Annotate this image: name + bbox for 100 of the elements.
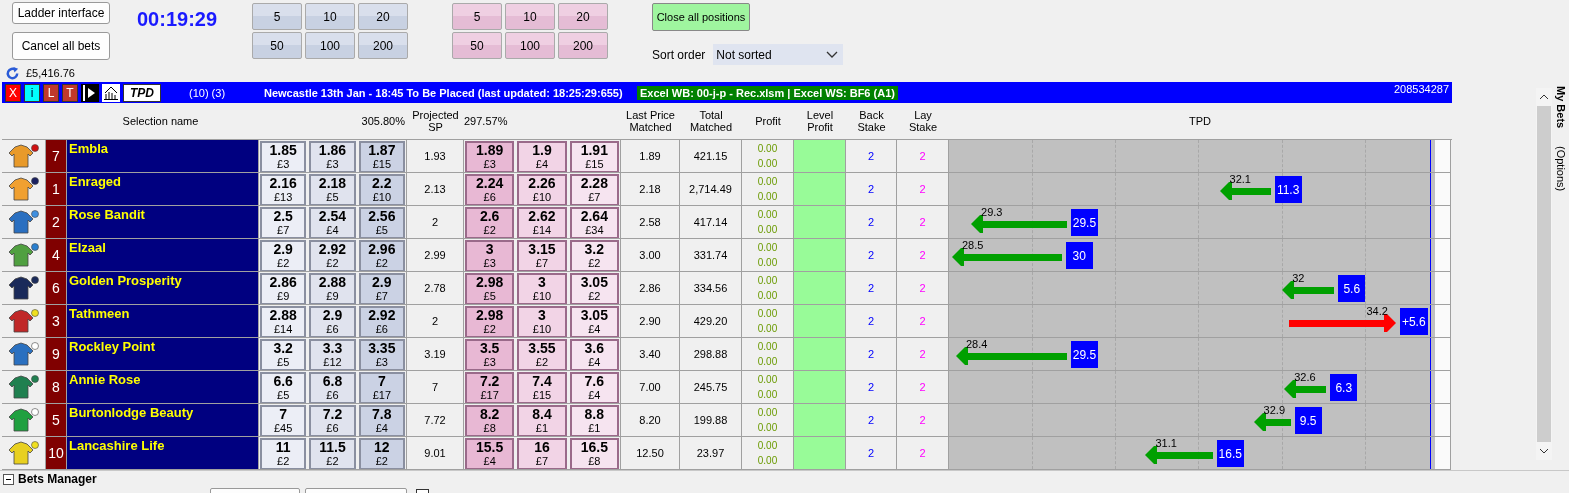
lay-stake-button[interactable]: 20 — [558, 3, 608, 30]
back-stake-button[interactable]: 200 — [358, 32, 408, 59]
lay-price-button[interactable]: 1.9 £4 — [517, 141, 567, 172]
back-price-button[interactable]: 1.85 £3 — [260, 141, 307, 172]
lay-price-button[interactable]: 3.2 £2 — [569, 240, 619, 271]
back-price-button[interactable]: 2.96 £2 — [358, 240, 405, 271]
runner-name: Elzaal — [67, 239, 259, 272]
back-price-button[interactable]: 3.35 £3 — [358, 339, 405, 370]
lay-price-button[interactable]: 3.05 £4 — [569, 306, 619, 337]
back-price-button[interactable]: 7 £17 — [358, 372, 405, 403]
lay-price-button[interactable]: 8.8 £1 — [569, 405, 619, 436]
lay-stake-button[interactable]: 5 — [452, 3, 502, 30]
back-price-button[interactable]: 2.56 £5 — [358, 207, 405, 238]
lay-price-button[interactable]: 2.24 £6 — [465, 174, 515, 205]
back-price-button[interactable]: 2.9 £2 — [260, 240, 307, 271]
toolbar-button[interactable]: T — [62, 83, 78, 102]
lay-price-button[interactable]: 3.55 £2 — [517, 339, 567, 370]
sort-order-dropdown[interactable]: Not sorted — [713, 44, 844, 65]
back-price-button[interactable]: 2.18 £5 — [309, 174, 356, 205]
lay-price-button[interactable]: 2.64 £34 — [569, 207, 619, 238]
lay-price-button[interactable]: 1.89 £3 — [465, 141, 515, 172]
back-price-button[interactable]: 2.92 £6 — [358, 306, 405, 337]
lay-price-button[interactable]: 7.4 £15 — [517, 372, 567, 403]
lay-price-button[interactable]: 2.98 £5 — [465, 273, 515, 304]
collapse-toggle-icon[interactable] — [3, 473, 14, 485]
back-price-button[interactable]: 2.2 £10 — [358, 174, 405, 205]
my-bets-tab[interactable]: My Bets — [1555, 86, 1567, 129]
chart-icon[interactable] — [102, 83, 120, 102]
back-price-button[interactable]: 11.5 £2 — [309, 438, 356, 469]
lay-price-button[interactable]: 7.2 £17 — [465, 372, 515, 403]
value-box: 29.5 — [1070, 341, 1099, 368]
toolbar-button[interactable]: X — [5, 83, 21, 102]
options-tab[interactable]: (Options) — [1555, 146, 1567, 192]
scroll-down-icon[interactable] — [1539, 448, 1549, 454]
back-price-button[interactable]: 1.87 £15 — [358, 141, 405, 172]
lay-price-button[interactable]: 2.28 £7 — [569, 174, 619, 205]
lay-stake-button[interactable]: 50 — [452, 32, 502, 59]
back-price-button[interactable]: 3.3 £12 — [309, 339, 356, 370]
lay-price-button[interactable]: 2.6 £2 — [465, 207, 515, 238]
back-price-button[interactable]: 7.8 £4 — [358, 405, 405, 436]
back-stake-button[interactable]: 100 — [305, 32, 355, 59]
lay-price-button[interactable]: 3 £10 — [517, 273, 567, 304]
back-price-button[interactable]: 3.2 £5 — [260, 339, 307, 370]
back-stake-button[interactable]: 20 — [358, 3, 408, 30]
back-price-button[interactable]: 7.2 £6 — [309, 405, 356, 436]
lay-price-button[interactable]: 15.5 £4 — [465, 438, 515, 469]
lay-price-button[interactable]: 2.62 £14 — [517, 207, 567, 238]
refresh-icon[interactable] — [5, 65, 20, 81]
back-price-button[interactable]: 2.9 £7 — [358, 273, 405, 304]
lay-price-button[interactable]: 16 £7 — [517, 438, 567, 469]
back-stake-button[interactable]: 5 — [252, 3, 302, 30]
toolbar-button[interactable]: i — [24, 83, 40, 102]
column-header: Total Matched — [688, 109, 734, 133]
tpd-button[interactable]: TPD — [123, 83, 161, 102]
lay-price-button[interactable]: 8.2 £8 — [465, 405, 515, 436]
arrow-value-label: 32 — [1292, 272, 1305, 284]
lay-stake-button[interactable]: 100 — [505, 32, 555, 59]
value-box: 16.5 — [1216, 440, 1244, 467]
back-price-button[interactable]: 2.5 £7 — [260, 207, 307, 238]
back-price-button[interactable]: 2.9 £6 — [309, 306, 356, 337]
back-stake-button[interactable]: 50 — [252, 32, 302, 59]
profit-value: 0.00 — [757, 157, 778, 171]
back-price-button[interactable]: 6.8 £6 — [309, 372, 356, 403]
back-price-button[interactable]: 11 £2 — [260, 438, 307, 469]
lay-stake-button[interactable]: 200 — [558, 32, 608, 59]
lay-price-button[interactable]: 16.5 £8 — [569, 438, 619, 469]
back-price-button[interactable]: 2.16 £13 — [260, 174, 307, 205]
lay-price-button[interactable]: 8.4 £1 — [517, 405, 567, 436]
back-price-button[interactable]: 1.86 £3 — [309, 141, 356, 172]
scroll-up-icon[interactable] — [1539, 94, 1549, 100]
lay-price-button[interactable]: 3.15 £7 — [517, 240, 567, 271]
back-stake-button[interactable]: 10 — [305, 3, 355, 30]
play-icon[interactable] — [81, 83, 99, 102]
lay-price-button[interactable]: 2.26 £10 — [517, 174, 567, 205]
lay-price-button[interactable]: 7.6 £4 — [569, 372, 619, 403]
toolbar-button[interactable]: L — [43, 83, 59, 102]
lay-price-button[interactable]: 3.05 £2 — [569, 273, 619, 304]
lay-price-button[interactable]: 1.91 £15 — [569, 141, 619, 172]
lay-price-button[interactable]: 3 £3 — [465, 240, 515, 271]
back-price-button[interactable]: 2.54 £4 — [309, 207, 356, 238]
back-price-button[interactable]: 6.6 £5 — [260, 372, 307, 403]
ladder-interface-button[interactable]: Ladder interface — [12, 2, 110, 24]
cancel-all-bets-button[interactable]: Cancel all bets — [12, 32, 110, 60]
back-price-button[interactable]: 2.92 £2 — [309, 240, 356, 271]
lay-price-button[interactable]: 3.6 £4 — [569, 339, 619, 370]
profit-value: 0.00 — [757, 454, 778, 468]
lay-price-button[interactable]: 2.98 £2 — [465, 306, 515, 337]
lay-price-button[interactable]: 3 £10 — [517, 306, 567, 337]
close-all-positions-button[interactable]: Close all positions — [652, 3, 750, 31]
column-header: Lay Stake — [907, 109, 939, 133]
back-price-button[interactable]: 12 £2 — [358, 438, 405, 469]
back-price-button[interactable]: 2.88 £9 — [309, 273, 356, 304]
lay-stake-button[interactable]: 10 — [505, 3, 555, 30]
lay-price-button[interactable]: 3.5 £3 — [465, 339, 515, 370]
chevron-down-icon[interactable] — [826, 50, 839, 59]
back-price-button[interactable]: 7 £45 — [260, 405, 307, 436]
back-price-button[interactable]: 2.88 £14 — [260, 306, 307, 337]
back-price-button[interactable]: 2.86 £9 — [260, 273, 307, 304]
scrollbar[interactable] — [1536, 88, 1552, 460]
last-price-cell: 2.18 — [621, 173, 680, 206]
